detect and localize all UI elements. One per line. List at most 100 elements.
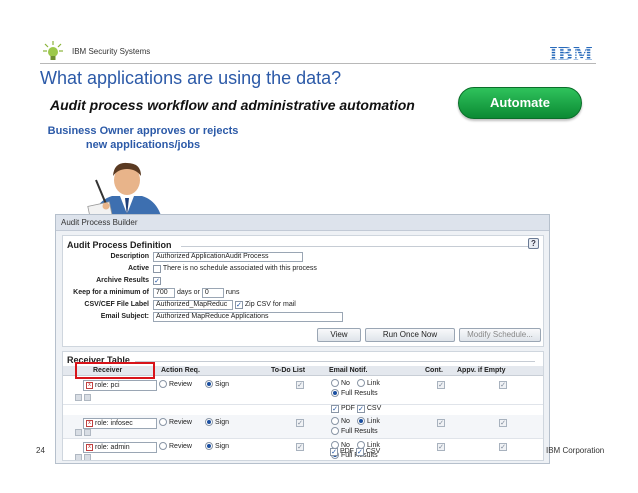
sign-radio[interactable] [205,380,213,389]
runs-text: runs [225,289,240,296]
description-label: Description [110,253,149,260]
link-radio[interactable] [357,379,365,388]
sign-label: Sign [215,443,230,450]
review-radio[interactable] [159,380,167,389]
description-input[interactable]: Authorized ApplicationAudit Process [153,252,303,262]
days-or-text: days or [176,289,200,296]
approve-if-empty-checkbox[interactable]: ✓ [499,443,507,451]
cont-checkbox[interactable]: ✓ [437,419,445,427]
header-divider [40,63,596,64]
run-once-now-button[interactable]: Run Once Now [365,328,455,342]
email-subject-input[interactable]: Authorized MapReduce Applications [153,312,343,322]
remove-icon[interactable]: x [86,443,93,451]
csv-label: CSV [365,448,381,455]
col-email-notif: Email Notif. [329,367,368,374]
active-label: Active [127,265,149,272]
review-label: Review [169,419,192,426]
view-button[interactable]: View [317,328,361,342]
csv-checkbox[interactable]: ✓ [356,405,365,413]
no-radio[interactable] [331,417,339,426]
zip-csv-label: Zip CSV for mail [244,301,296,308]
col-action-req: Action Req. [161,367,200,374]
definition-heading: Audit Process Definition [67,240,172,250]
no-label: No [341,418,350,425]
idea-bulb-icon [43,41,63,60]
receiver-value: role: infosec [95,420,133,427]
zip-csv-checkbox[interactable]: ✓ [234,301,243,309]
sign-label: Sign [215,381,230,388]
receiver-field[interactable]: x role: infosec [83,418,157,429]
sign-radio[interactable] [205,418,213,427]
todo-checkbox[interactable]: ✓ [296,419,304,427]
review-radio[interactable] [159,418,167,427]
automate-badge: Automate [458,87,582,119]
full-results-radio[interactable] [331,389,339,398]
col-appv-if-empty: Appv. if Empty [457,367,506,374]
active-checkbox[interactable] [153,265,161,273]
table-row: x role: infosec Review Sign ✓ No Link Ful… [63,415,543,439]
receiver-value: role: pci [95,382,120,389]
window-title: Audit Process Builder [56,215,549,231]
approve-if-empty-checkbox[interactable]: ✓ [499,381,507,389]
full-results-label: Full Results [341,428,378,435]
link-label: Link [367,380,380,387]
table-row: x role: admin Review Sign ✓ No Link Full … [63,440,543,460]
todo-checkbox[interactable]: ✓ [296,443,304,451]
archive-results-checkbox[interactable]: ✓ [153,277,161,285]
keep-runs-input[interactable]: 0 [201,288,224,298]
active-note: There is no schedule associated with thi… [162,265,317,272]
ibm-logo: IBM [549,44,593,62]
row-controls[interactable] [75,454,93,460]
remove-icon[interactable]: x [86,419,93,427]
keep-minimum-label: Keep for a minimum of [73,289,149,296]
link-radio[interactable] [357,417,365,426]
row-controls[interactable] [75,394,93,403]
pdf-label: PDF [339,448,354,455]
email-subject-label: Email Subject: [100,313,149,320]
no-radio[interactable] [331,379,339,388]
brand-label: IBM Security Systems [72,47,151,56]
col-cont: Cont. [425,367,443,374]
csv-checkbox[interactable]: ✓ [355,448,364,456]
help-icon[interactable]: ? [528,238,539,249]
link-label: Link [367,418,380,425]
table-row: x role: pci Review Sign ✓ No Link Full Re… [63,377,543,405]
sign-radio[interactable] [205,442,213,451]
page-number: 24 [36,446,45,455]
keep-days-input[interactable]: 700 [153,288,175,298]
remove-icon[interactable]: x [86,381,93,389]
row-controls[interactable] [75,429,93,438]
archive-results-label: Archive Results [96,277,149,284]
cont-checkbox[interactable]: ✓ [437,381,445,389]
receiver-field[interactable]: x role: pci [83,380,157,391]
csv-label-input[interactable]: Authorized_MapReduc [153,300,233,310]
col-todo-list: To-Do List [271,367,306,374]
review-label: Review [169,443,192,450]
cont-checkbox[interactable]: ✓ [437,443,445,451]
highlight-box [75,362,155,379]
full-results-label: Full Results [341,390,378,397]
full-results-radio[interactable] [331,427,339,436]
review-radio[interactable] [159,442,167,451]
receiver-value: role: admin [95,444,130,451]
sign-label: Sign [215,419,230,426]
last-row-attachments: ✓ PDF ✓ CSV [330,447,380,457]
approve-if-empty-checkbox[interactable]: ✓ [499,419,507,427]
slide-subtitle: Audit process workflow and administrativ… [50,97,415,113]
csv-label: CSV [366,405,382,412]
svg-text:IBM: IBM [549,44,593,62]
pdf-checkbox[interactable]: ✓ [330,448,338,456]
business-owner-note: Business Owner approves or rejects new a… [47,125,239,151]
csv-file-label: CSV/CEF File Label [84,301,149,308]
pdf-checkbox[interactable]: ✓ [331,405,339,413]
review-label: Review [169,381,192,388]
pdf-label: PDF [340,405,355,412]
no-label: No [341,380,350,387]
footer-corporation: IBM Corporation [546,446,605,455]
todo-checkbox[interactable]: ✓ [296,381,304,389]
receiver-field[interactable]: x role: admin [83,442,157,453]
audit-process-builder-window: Audit Process Builder Audit Process Defi… [55,214,550,464]
audit-process-definition-panel: Audit Process Definition ? Description A… [62,235,544,347]
modify-schedule-button[interactable]: Modify Schedule... [459,328,541,342]
slide-title: What applications are using the data? [40,68,342,88]
